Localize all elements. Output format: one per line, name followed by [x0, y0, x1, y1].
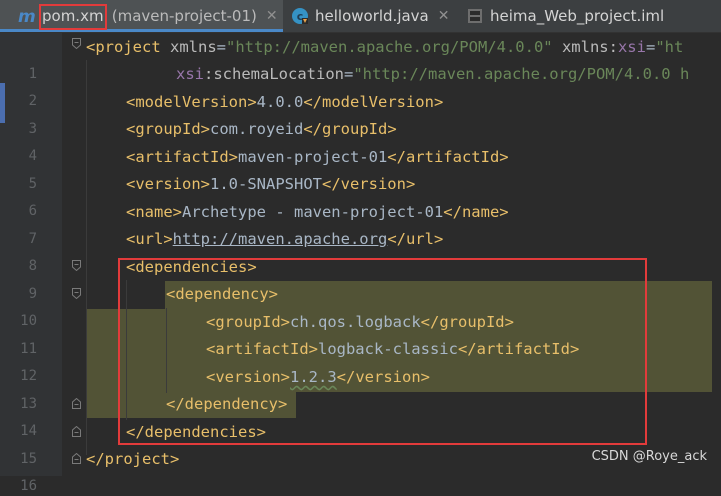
tab-helloworld-java[interactable]: c helloworld.java ✕ [283, 0, 459, 32]
xml-namespace-prefix: xsi [176, 65, 204, 83]
xml-text: com.royeid [210, 120, 303, 138]
xml-open-tag: <url> [126, 230, 173, 248]
xml-attribute: xmlns [553, 38, 609, 56]
code-line-1: <project xmlns="http://maven.apache.org/… [86, 35, 683, 59]
xml-tag-bracket: < [86, 450, 95, 468]
url-link[interactable]: http://maven.apache.org [173, 230, 388, 248]
xml-close-tag: </version> [322, 175, 415, 193]
module-file-icon [465, 6, 485, 26]
xml-open-tag: <modelVersion> [126, 93, 257, 111]
fold-end-icon[interactable] [72, 453, 81, 464]
fold-collapse-icon[interactable] [72, 288, 81, 299]
xml-close-tag: </groupId> [303, 120, 396, 138]
tab-helloworld-java-close-icon[interactable]: ✕ [438, 8, 450, 24]
xml-open-tag: <name> [126, 203, 182, 221]
line-number: 5 [10, 174, 37, 194]
vertical-scrollbar[interactable] [712, 33, 721, 476]
xml-close-tag: </modelVersion> [303, 93, 443, 111]
line-number: 16 [10, 476, 37, 496]
fold-collapse-icon[interactable] [72, 260, 81, 271]
editor-tab-bar: m pom.xml (maven-project-01) ✕ c hellowo… [0, 0, 721, 33]
line-number: 7 [10, 229, 37, 249]
line-number: 11 [10, 339, 37, 359]
xml-open-tag: <groupId> [126, 120, 210, 138]
line-number: 13 [10, 394, 37, 414]
xml-open-tag: <version> [126, 175, 210, 193]
xml-attribute-value: "http://maven.apache.org/POM/4.0.0 h [353, 65, 689, 83]
xml-text: Archetype - maven-project-01 [182, 203, 443, 221]
xml-text: 4.0.0 [257, 93, 304, 111]
xml-namespace-prefix: xsi [618, 38, 646, 56]
tab-name-highlight-box [39, 4, 107, 30]
xml-close-tag: </name> [443, 203, 508, 221]
dependencies-highlight-box [118, 258, 647, 445]
line-number: 9 [10, 284, 37, 304]
java-class-icon: c [290, 6, 310, 26]
xml-tag: <project [86, 38, 161, 56]
xml-open-tag: <artifactId> [126, 148, 238, 166]
xml-equals: = [646, 38, 655, 56]
xml-equals: = [344, 65, 353, 83]
fold-collapse-icon[interactable] [72, 38, 81, 49]
indent-guide [86, 60, 87, 455]
tab-pom-xml-close-icon[interactable]: ✕ [266, 8, 278, 24]
code-line-3: <modelVersion>4.0.0</modelVersion> [126, 90, 443, 114]
xml-colon: : [609, 38, 618, 56]
line-number: 6 [10, 201, 37, 221]
xml-attribute: xmlns [161, 38, 217, 56]
code-line-6: <version>1.0-SNAPSHOT</version> [126, 172, 415, 196]
code-line-7: <name>Archetype - maven-project-01</name… [126, 200, 509, 224]
xml-text: maven-project-01 [238, 148, 387, 166]
tab-pom-xml-context: (maven-project-01) [112, 7, 257, 25]
xml-text: 1.0-SNAPSHOT [210, 175, 322, 193]
line-number: 3 [10, 119, 37, 139]
svg-text:m: m [18, 7, 36, 25]
line-number: 12 [10, 366, 37, 386]
code-line-2: xsi:schemaLocation="http://maven.apache.… [176, 62, 689, 86]
line-number: 8 [10, 256, 37, 276]
tab-heima-web-project-iml-label: heima_Web_project.iml [490, 7, 664, 25]
fold-end-icon[interactable] [72, 398, 81, 409]
xml-attribute-value: "http://maven.apache.org/POM/4.0.0" [226, 38, 553, 56]
line-number-gutter: 1 2 3 4 5 6 7 8 9 10 11 12 13 14 15 16 [5, 33, 62, 476]
line-number: 2 [10, 91, 37, 111]
xml-attribute: :schemaLocation [204, 65, 344, 83]
watermark: CSDN @Roye_ack [592, 449, 707, 464]
code-line-8: <url>http://maven.apache.org</url> [126, 227, 443, 251]
code-line-16: </project> [86, 447, 179, 471]
line-number: 14 [10, 421, 37, 441]
xml-close-tag: </url> [387, 230, 443, 248]
tab-helloworld-java-label: helloworld.java [315, 7, 429, 25]
code-line-5: <artifactId>maven-project-01</artifactId… [126, 145, 509, 169]
xml-equals: = [217, 38, 226, 56]
xml-attribute-value: "ht [655, 38, 683, 56]
tab-heima-web-project-iml[interactable]: heima_Web_project.iml [459, 0, 721, 32]
xml-close-tag: /project> [95, 450, 179, 468]
maven-m-icon: m [17, 6, 37, 26]
line-number: 1 [10, 64, 37, 84]
line-number: 10 [10, 311, 37, 331]
line-number: 4 [10, 146, 37, 166]
fold-end-icon[interactable] [72, 426, 81, 437]
xml-close-tag: </artifactId> [387, 148, 508, 166]
line-number: 15 [10, 449, 37, 469]
code-line-4: <groupId>com.royeid</groupId> [126, 117, 397, 141]
